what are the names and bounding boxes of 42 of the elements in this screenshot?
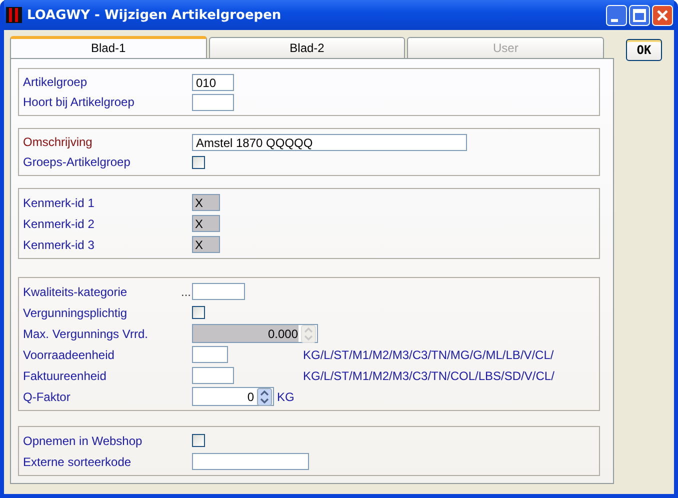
field-label: Voorraadeenheid (23, 348, 114, 362)
unit-label: KG (277, 390, 294, 404)
checkbox[interactable] (192, 156, 205, 168)
input-field[interactable] (192, 283, 245, 300)
minimize-button[interactable] (606, 4, 627, 26)
app-icon (6, 7, 22, 23)
checkbox[interactable] (192, 306, 205, 319)
field-label: Faktuureenheid (23, 368, 106, 382)
close-button[interactable] (652, 4, 673, 26)
input-field[interactable]: 010 (192, 74, 234, 90)
field-label: Externe sorteerkode (23, 454, 132, 468)
input-field[interactable]: Amstel 1870 QQQQQ (192, 134, 467, 150)
field-label: Vergunningsplichtig (23, 306, 128, 320)
lookup-dots[interactable]: ... (180, 284, 192, 298)
field-label: Kenmerk-id 2 (23, 216, 94, 230)
readonly-field: X (192, 215, 220, 232)
field-label: Omschrijving (23, 135, 92, 149)
field-label: Hoort bij Artikelgroep (23, 95, 134, 109)
readonly-field: X (192, 194, 220, 211)
input-field[interactable] (192, 94, 234, 110)
ok-button[interactable]: OK (626, 39, 662, 61)
unit-options-text: KG/L/ST/M1/M2/M3/C3/TN/COL/LBS/SD/V/CL/ (303, 368, 556, 382)
readonly-field: X (192, 236, 220, 253)
field-label: Q-Faktor (23, 390, 70, 404)
tab[interactable]: Blad-1 (10, 36, 207, 58)
field-label: Kwaliteits-kategorie (23, 284, 128, 298)
tab[interactable]: Blad-2 (208, 37, 406, 58)
spin-arrows-icon[interactable] (257, 388, 272, 406)
maximize-button[interactable] (629, 4, 650, 26)
input-field[interactable] (192, 367, 234, 384)
input-field[interactable] (192, 346, 228, 363)
unit-options-text: KG/L/ST/M1/M2/M3/C3/TN/MG/G/ML/LB/V/CL/ (303, 348, 555, 362)
field-label: Kenmerk-id 1 (23, 196, 94, 210)
field-label: Artikelgroep (23, 75, 88, 89)
checkbox[interactable] (192, 434, 205, 447)
input-field[interactable] (192, 453, 309, 470)
window-title: LOAGWY - Wijzigen Artikelgroepen (27, 8, 282, 22)
field-label: Max. Vergunnings Vrrd. (23, 326, 148, 340)
field-label: Groeps-Artikelgroep (23, 155, 130, 169)
number-spinner[interactable]: 0 (192, 387, 274, 406)
field-label: Kenmerk-id 3 (23, 238, 94, 252)
field-label: Opnemen in Webshop (23, 434, 142, 448)
